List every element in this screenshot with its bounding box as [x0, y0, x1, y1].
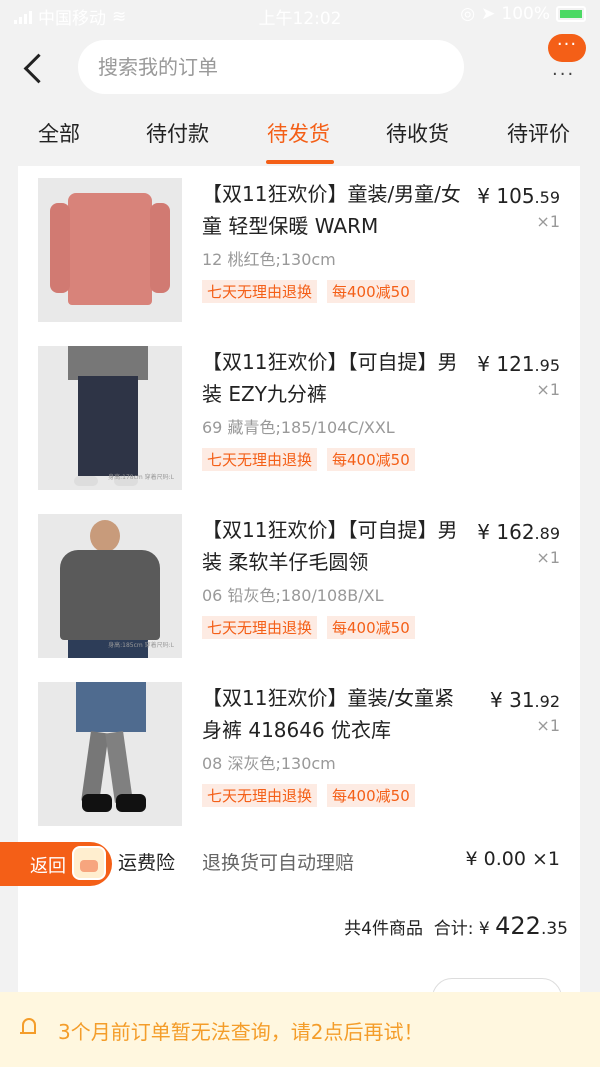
- product-image[interactable]: 身高:185cm 穿着尺码:L: [38, 514, 182, 658]
- back-label: 返回: [30, 856, 66, 877]
- image-caption: 身高:185cm 穿着尺码:L: [108, 642, 174, 649]
- total-int: 422: [495, 912, 541, 940]
- product-spec: 08 深灰色;130cm: [202, 754, 336, 773]
- back-arrow-icon[interactable]: [18, 50, 48, 86]
- product-price: ¥ 105.59: [477, 184, 560, 208]
- item-count: 共4件商品: [344, 919, 423, 939]
- tab-pending-receipt[interactable]: 待收货: [386, 118, 449, 148]
- more-menu-button[interactable]: ··· ···: [548, 34, 588, 85]
- more-dots-icon: ···: [552, 64, 576, 85]
- return-policy-tag: 七天无理由退换: [202, 616, 318, 639]
- product-price: ¥ 31.92: [490, 688, 560, 712]
- total-label: 合计: ¥: [433, 919, 490, 939]
- insurance-label: 运费险: [118, 852, 176, 874]
- discount-tag: 每400减50: [327, 448, 415, 471]
- battery-percent: 100%: [501, 4, 550, 24]
- notice-banner: 3个月前订单暂无法查询，请2点后再试！: [0, 992, 600, 1067]
- product-title: 【双11狂欢价】【可自提】男装 EZY九分裤: [202, 350, 458, 406]
- product-title: 【双11狂欢价】【可自提】男装 柔软羊仔毛圆领: [202, 518, 458, 574]
- product-spec: 69 藏青色;185/104C/XXL: [202, 418, 395, 437]
- active-tab-indicator: [266, 160, 334, 164]
- product-spec: 12 桃红色;130cm: [202, 250, 336, 269]
- tab-pending-payment[interactable]: 待付款: [146, 118, 209, 148]
- insurance-description: 退换货可自动理赔: [202, 852, 355, 874]
- lock-rotation-icon: ◎: [460, 4, 476, 24]
- location-arrow-icon: ➤: [481, 4, 496, 24]
- tab-pending-shipment[interactable]: 待发货: [267, 118, 330, 148]
- mascot-icon: [72, 846, 106, 880]
- product-quantity: ×1: [536, 380, 560, 399]
- order-item[interactable]: 身高:178cm 穿着尺码:L 【双11狂欢价】【可自提】男装 EZY九分裤 6…: [18, 334, 580, 502]
- floating-back-button[interactable]: 返回: [0, 842, 112, 886]
- product-title: 【双11狂欢价】童装/男童/女童 轻型保暖 WARM: [202, 182, 461, 238]
- image-caption: 身高:178cm 穿着尺码:L: [108, 474, 174, 481]
- order-item[interactable]: 【双11狂欢价】童装/男童/女童 轻型保暖 WARM 12 桃红色;130cm …: [18, 166, 580, 334]
- product-title: 【双11狂欢价】童装/女童紧身裤 418646 优衣库: [202, 686, 455, 742]
- search-input[interactable]: 搜索我的订单: [78, 40, 464, 94]
- order-tabs: 全部 待付款 待发货 待收货 待评价: [0, 110, 600, 164]
- status-bar: 中国移动 ≋ 上午12:02 ◎ ➤ 100%: [0, 0, 600, 30]
- return-policy-tag: 七天无理由退换: [202, 280, 318, 303]
- product-image[interactable]: [38, 178, 182, 322]
- product-price: ¥ 121.95: [477, 352, 560, 376]
- discount-tag: 每400减50: [327, 280, 415, 303]
- discount-tag: 每400减50: [327, 616, 415, 639]
- chat-bubble-icon: ···: [548, 34, 586, 62]
- product-image[interactable]: 身高:178cm 穿着尺码:L: [38, 346, 182, 490]
- product-quantity: ×1: [536, 212, 560, 231]
- product-spec: 06 铅灰色;180/108B/XL: [202, 586, 384, 605]
- product-quantity: ×1: [536, 548, 560, 567]
- total-dec: .35: [540, 919, 568, 939]
- product-image[interactable]: [38, 682, 182, 826]
- product-quantity: ×1: [536, 716, 560, 735]
- return-policy-tag: 七天无理由退换: [202, 784, 318, 807]
- product-price: ¥ 162.89: [477, 520, 560, 544]
- tab-all[interactable]: 全部: [38, 118, 80, 148]
- insurance-price: ¥ 0.00 ×1: [465, 848, 560, 870]
- order-total: 共4件商品 合计: ¥ 422.35: [344, 912, 568, 940]
- return-policy-tag: 七天无理由退换: [202, 448, 318, 471]
- discount-tag: 每400减50: [327, 784, 415, 807]
- tab-pending-review[interactable]: 待评价: [507, 118, 570, 148]
- battery-icon: [556, 6, 586, 22]
- order-item[interactable]: 【双11狂欢价】童装/女童紧身裤 418646 优衣库 08 深灰色;130cm…: [18, 670, 580, 838]
- order-item[interactable]: 身高:185cm 穿着尺码:L 【双11狂欢价】【可自提】男装 柔软羊仔毛圆领 …: [18, 502, 580, 670]
- notice-text: 3个月前订单暂无法查询，请2点后再试！: [58, 1020, 424, 1044]
- bell-icon: [20, 1018, 36, 1036]
